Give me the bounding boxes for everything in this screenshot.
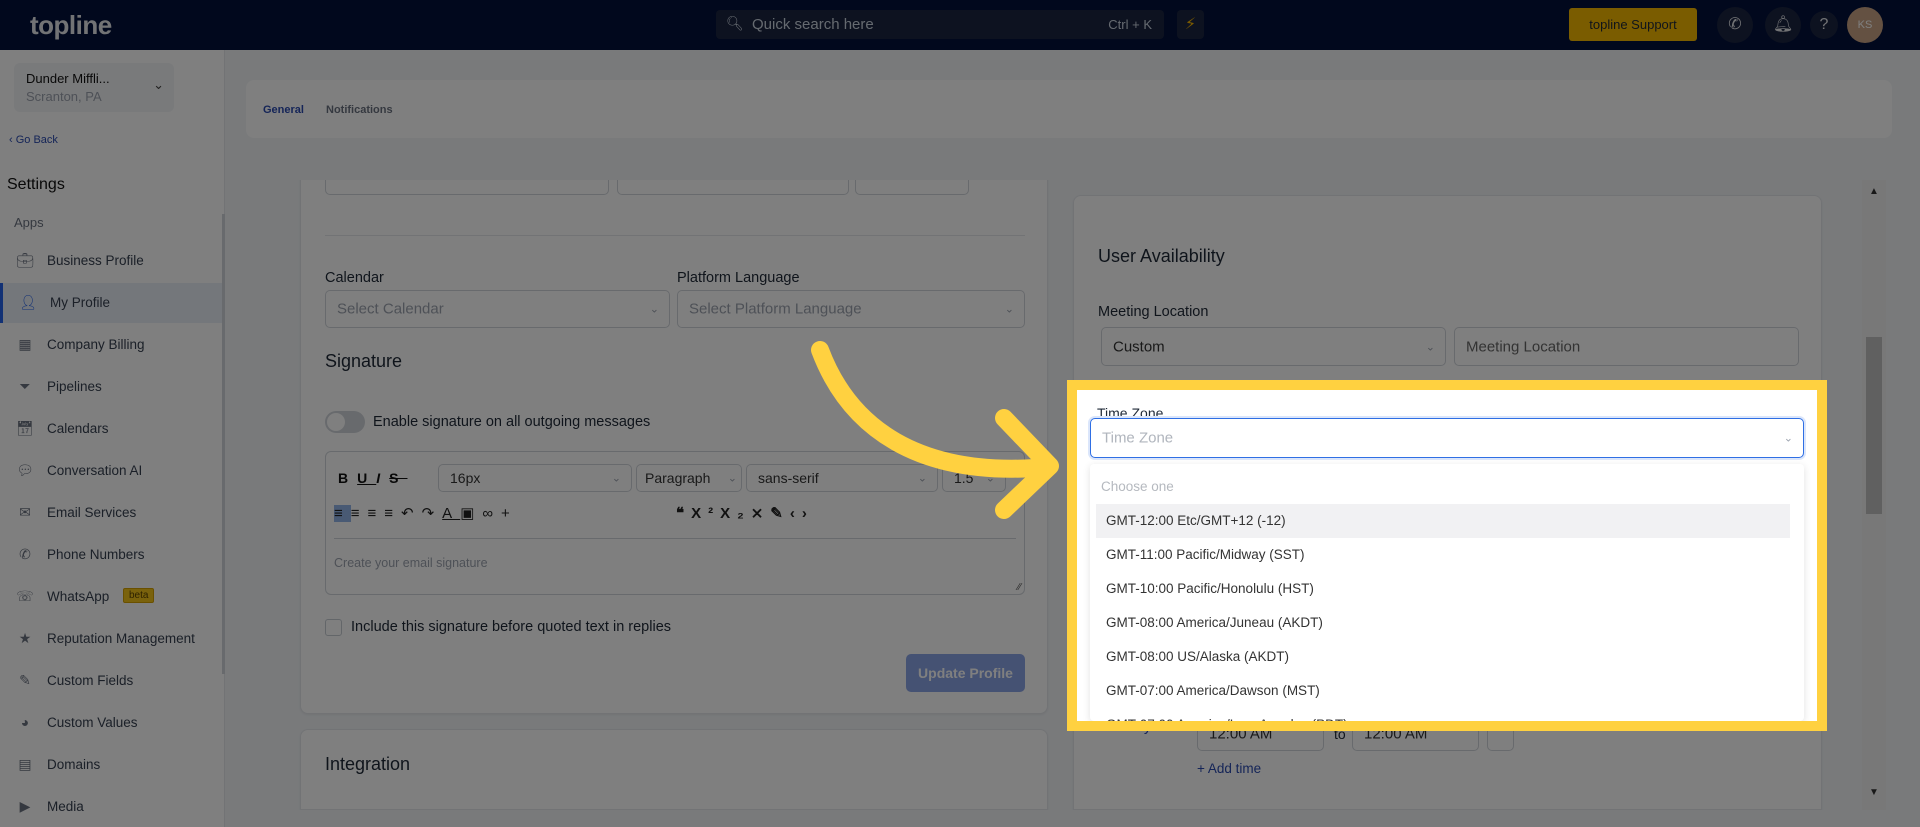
pointer-arrow: [811, 341, 1059, 519]
